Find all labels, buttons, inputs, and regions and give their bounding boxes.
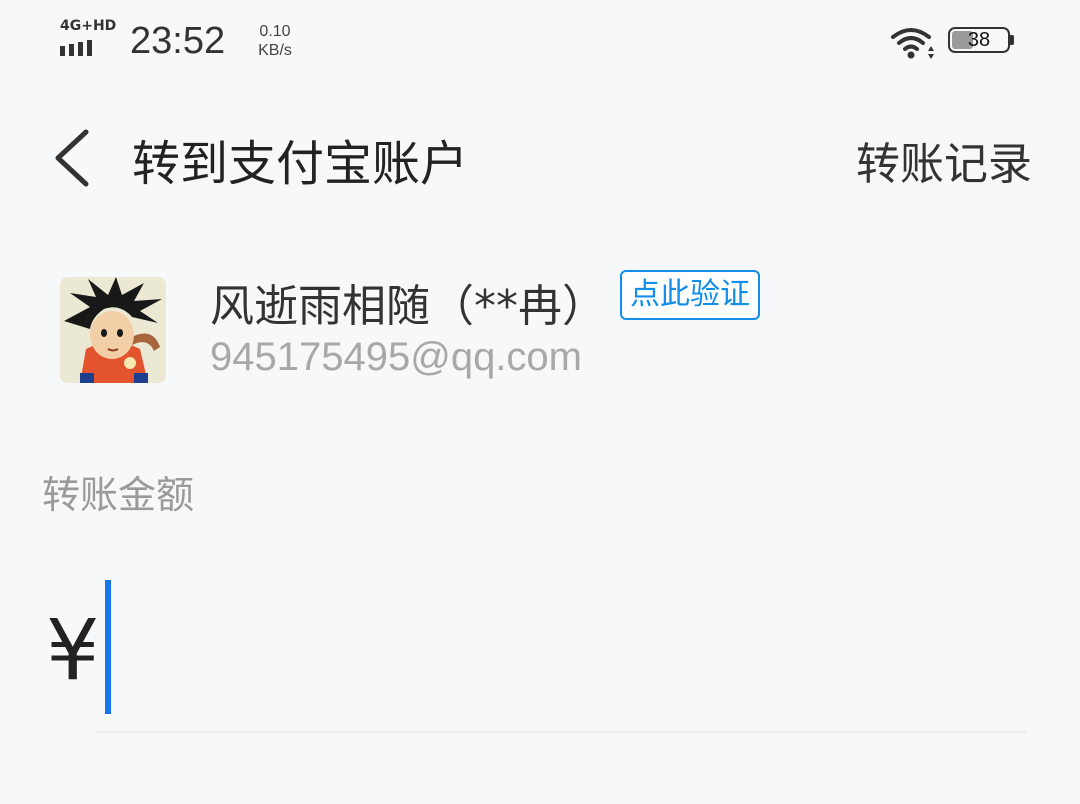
battery-level: 38 (967, 29, 991, 51)
chevron-left-icon (55, 129, 89, 187)
verify-button[interactable]: 点此验证 (620, 270, 760, 320)
network-speed-unit: KB/s (258, 42, 292, 59)
battery-tip (1010, 35, 1014, 45)
network-speed: 0.10 KB/s (250, 22, 300, 60)
divider (96, 731, 1026, 733)
amount-input[interactable] (104, 578, 1040, 718)
transfer-records-button[interactable]: 转账记录 (856, 128, 1032, 192)
avatar-image (60, 277, 166, 383)
currency-symbol: ¥ (46, 601, 100, 699)
cellular-signal-icon: 4G+HD (60, 18, 120, 60)
avatar (60, 277, 166, 383)
network-speed-value: 0.10 (259, 23, 291, 40)
text-cursor (105, 580, 111, 714)
signal-bars (60, 40, 92, 56)
back-button[interactable] (40, 118, 110, 198)
amount-label: 转账金额 (42, 473, 195, 517)
page-title: 转到支付宝账户 (132, 136, 469, 192)
network-type-label: 4G+HD (60, 18, 117, 34)
clock: 23:52 (130, 20, 226, 62)
wifi-icon (891, 28, 934, 59)
recipient-name: 风逝雨相随（**冉） (210, 281, 606, 332)
status-bar: 4G+HD 23:52 0.10 KB/s 38 (0, 0, 1080, 90)
battery-icon: 38 (948, 27, 1014, 55)
recipient-account: 945175495@qq.com (210, 335, 582, 379)
